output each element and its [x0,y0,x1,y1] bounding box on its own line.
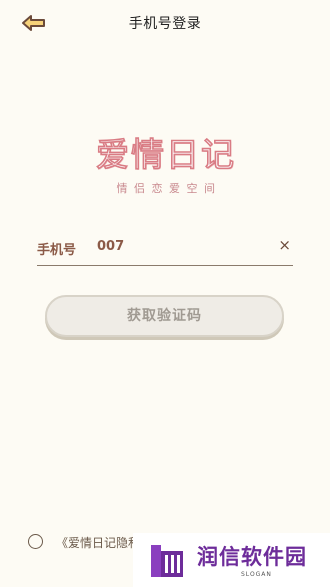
phone-input[interactable] [97,234,257,258]
logo-title: 爱情日记 [95,134,236,175]
get-code-button[interactable]: 获取验证码 [45,295,284,337]
watermark-slogan: SLOGAN [241,571,272,578]
clear-icon[interactable]: × [278,237,291,253]
page-title: 手机号登录 [128,16,202,32]
phone-field-row: 手机号 × [37,228,293,266]
watermark: 润信软件园 SLOGAN [133,533,330,587]
app-logo: 爱情日记 情侣恋爱空间 [0,128,330,196]
header-bar: 手机号登录 [0,0,330,46]
watermark-name: 润信软件园 [197,545,307,569]
agreement-radio[interactable] [28,534,43,549]
logo-subtitle: 情侣恋爱空间 [116,182,222,195]
agreement-text[interactable]: 《爱情日记隐私 [56,534,140,551]
phone-label: 手机号 [37,243,77,258]
watermark-logo-icon [151,545,183,577]
